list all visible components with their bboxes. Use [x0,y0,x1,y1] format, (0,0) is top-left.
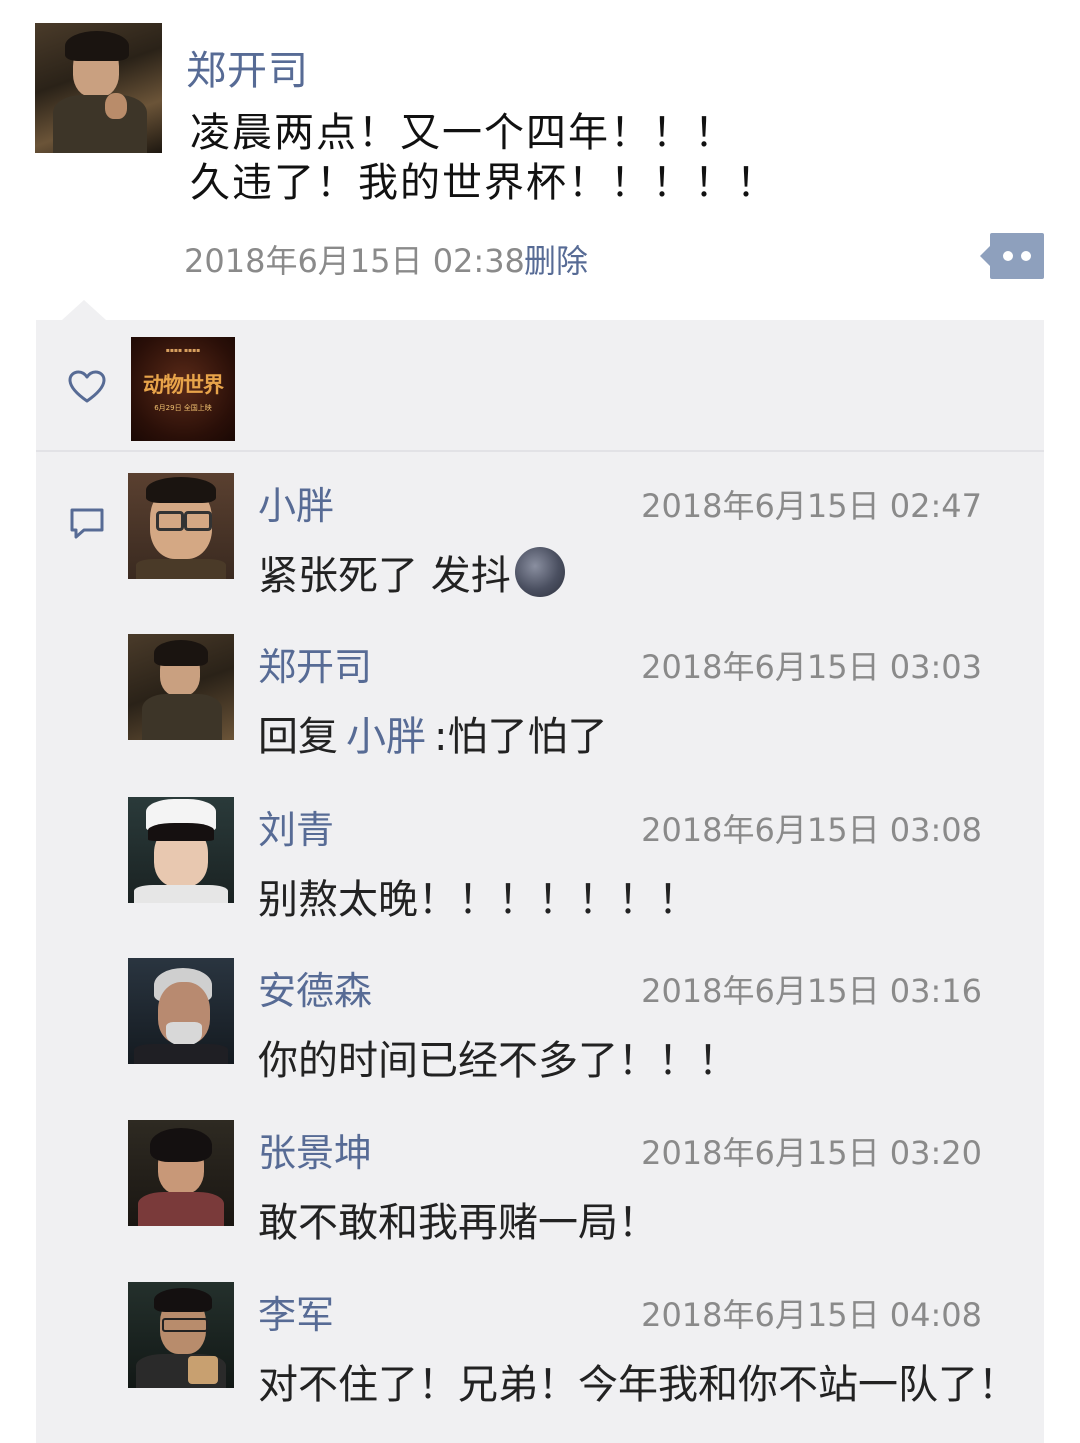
comment-item[interactable]: 小胖 2018年6月15日 02:47 紧张死了 发抖 [128,473,1028,603]
heart-icon [68,370,106,403]
post-author-avatar[interactable] [35,23,162,153]
post-line-1: 凌晨两点！又一个四年！！！ [190,110,736,156]
comment-item[interactable]: 李军 2018年6月15日 04:08 对不住了！兄弟！今年我和你不站一队了！ [128,1282,1028,1412]
comment-time: 2018年6月15日 03:08 [641,811,982,849]
comment-text: 回复 小胖:怕了怕了 [258,704,607,762]
panel-pointer [62,300,106,320]
comment-text: 敢不敢和我再赌一局！ [258,1200,658,1246]
poster-title: 动物世界 [143,372,224,397]
comment-author[interactable]: 郑开司 [258,636,372,691]
comment-time: 2018年6月15日 03:20 [641,1134,982,1172]
likes-row: ▪▪▪▪ ▪▪▪▪ 动物世界 6月29日 全国上映 [36,320,1044,450]
comment-text: 对不住了！兄弟！今年我和你不站一队了！ [258,1362,1018,1408]
comment-text: 别熬太晚！！！！！！！ [258,877,698,923]
comment-text: 你的时间已经不多了！！！ [258,1038,738,1084]
poster-top-text: ▪▪▪▪ ▪▪▪▪ [165,347,201,354]
comment-item[interactable]: 刘青 2018年6月15日 03:08 别熬太晚！！！！！！！ [128,797,1028,927]
comment-author[interactable]: 小胖 [258,475,334,530]
comment-text-content: :怕了怕了 [434,714,608,760]
comment-avatar[interactable] [128,958,234,1064]
comment-author[interactable]: 张景坤 [258,1122,372,1177]
comment-avatar[interactable] [128,634,234,740]
comment-avatar[interactable] [128,797,234,903]
more-dots-icon [990,233,1044,279]
reply-prefix: 回复 [258,714,338,760]
comment-time: 2018年6月15日 03:03 [641,648,982,686]
comment-item[interactable]: 安德森 2018年6月15日 03:16 你的时间已经不多了！！！ [128,958,1028,1088]
comment-time: 2018年6月15日 03:16 [641,972,982,1010]
interaction-panel: ▪▪▪▪ ▪▪▪▪ 动物世界 6月29日 全国上映 小胖 2018年6月15日 … [36,320,1044,1443]
comment-item[interactable]: 郑开司 2018年6月15日 03:03 回复 小胖:怕了怕了 [128,634,1028,764]
more-dots-button[interactable] [980,233,1044,279]
comment-icon [70,508,104,539]
reply-target-name[interactable]: 小胖 [346,714,426,760]
liker-avatar-poster[interactable]: ▪▪▪▪ ▪▪▪▪ 动物世界 6月29日 全国上映 [131,337,235,441]
new-moon-face-emoji-icon [514,547,565,597]
post-body: 凌晨两点！又一个四年！！！ 久违了！我的世界杯！！！！！ [190,108,778,208]
post-line-2: 久违了！我的世界杯！！！！！ [190,160,778,206]
comment-avatar[interactable] [128,473,234,579]
comment-author[interactable]: 刘青 [258,799,334,854]
likes-divider [36,450,1044,452]
comment-avatar[interactable] [128,1120,234,1226]
post-timestamp: 2018年6月15日 02:38 [184,242,525,280]
comment-item[interactable]: 张景坤 2018年6月15日 03:20 敢不敢和我再赌一局！ [128,1120,1028,1250]
poster-subtitle: 6月29日 全国上映 [154,404,212,412]
comment-avatar[interactable] [128,1282,234,1388]
post-author-name[interactable]: 郑开司 [186,38,309,96]
comment-time: 2018年6月15日 02:47 [641,487,982,525]
comment-text: 紧张死了 发抖 [258,543,565,601]
comment-time: 2018年6月15日 04:08 [641,1296,982,1334]
delete-button[interactable]: 删除 [524,236,588,282]
comment-author[interactable]: 安德森 [258,960,372,1015]
comment-author[interactable]: 李军 [258,1284,334,1339]
comment-text-content: 紧张死了 发抖 [258,553,511,599]
